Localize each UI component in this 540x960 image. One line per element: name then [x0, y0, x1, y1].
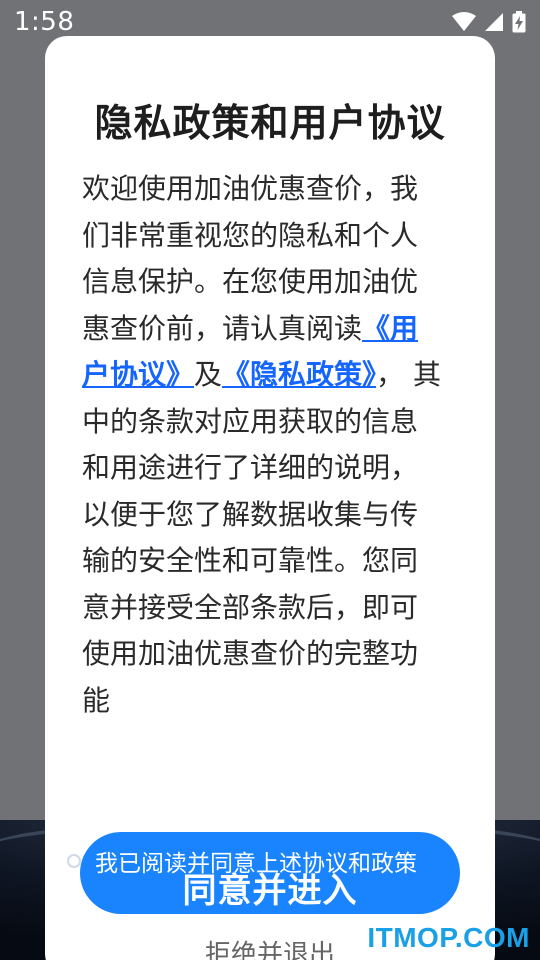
- status-time: 1:58: [14, 7, 75, 37]
- consent-checkbox-row[interactable]: 我已阅读并同意上述协议和政策: [67, 846, 477, 877]
- battery-charging-icon: [512, 11, 526, 33]
- consent-radio[interactable]: [67, 854, 81, 868]
- consent-checkbox-label: 我已阅读并同意上述协议和政策: [95, 851, 417, 877]
- body-rest: ， 其中的条款对应用获取的信息和用途进行了详细的说明，以便于您了解数据收集与传输…: [82, 358, 441, 717]
- dialog-title: 隐私政策和用户协议: [94, 101, 446, 145]
- signal-icon: [485, 13, 503, 31]
- privacy-dialog: 隐私政策和用户协议 欢迎使用加油优惠查价，我们非常重视您的隐私和个人信息保护。在…: [45, 36, 495, 960]
- privacy-policy-link[interactable]: 《隐私政策》: [222, 358, 376, 391]
- wifi-icon: [452, 12, 476, 31]
- dialog-body: 欢迎使用加油优惠查价，我们非常重视您的隐私和个人信息保护。在您使用加油优惠查价前…: [82, 166, 442, 724]
- body-conjunction: 及: [194, 358, 223, 391]
- status-icons: [452, 11, 526, 33]
- watermark: ITMOP.COM: [367, 922, 530, 953]
